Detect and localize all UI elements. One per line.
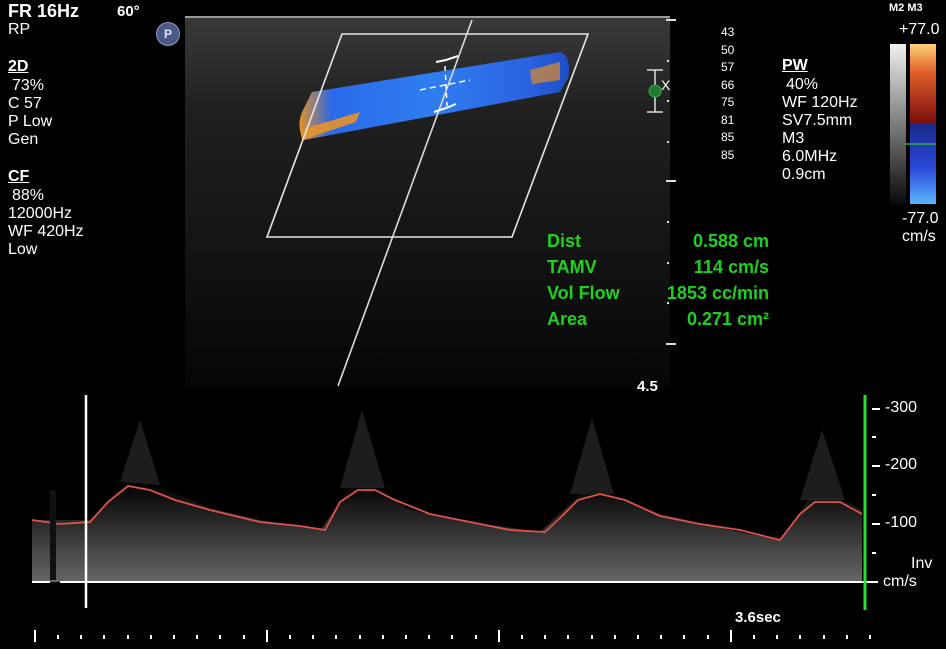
time-minor-tick — [683, 635, 685, 639]
time-minor-tick — [451, 635, 453, 639]
colorbar-top-value: +77.0 — [899, 21, 940, 38]
focus-dot — [648, 84, 662, 98]
marker-x-label: X — [661, 77, 671, 93]
param-pw-wf: WF 120Hz — [782, 94, 858, 111]
time-minor-tick — [219, 635, 221, 639]
param-depth: 0.9cm — [782, 166, 826, 183]
time-minor-tick — [614, 635, 616, 639]
sweep-time-label: 3.6sec — [735, 609, 781, 626]
measurement-panel: Dist 0.588 cm TAMV 114 cm/s Vol Flow 185… — [547, 228, 769, 332]
measurement-label: Area — [547, 309, 588, 329]
time-minor-tick — [103, 635, 105, 639]
time-minor-tick — [776, 635, 778, 639]
measurement-row: Dist 0.588 cm — [547, 228, 769, 254]
depth-number: 66 — [721, 77, 735, 92]
time-minor-tick — [498, 635, 500, 639]
time-minor-tick — [660, 635, 662, 639]
time-minor-tick — [243, 635, 245, 639]
colorbar-unit: cm/s — [902, 228, 936, 245]
time-minor-tick — [567, 635, 569, 639]
time-minor-tick — [196, 635, 198, 639]
depth-number: 85 — [721, 147, 735, 162]
measurement-value: 0.271 cm² — [686, 309, 769, 329]
depth-number-list: 43 50 57 66 75 81 85 85 — [721, 24, 734, 164]
measurement-row: Vol Flow 1853 cc/min — [547, 280, 769, 306]
time-minor-tick — [80, 635, 82, 639]
time-minor-tick — [405, 635, 407, 639]
spectral-unit-label: cm/s — [883, 573, 917, 590]
time-minor-tick — [846, 635, 848, 639]
param-freq: 6.0MHz — [782, 148, 838, 165]
spectral-envelope — [32, 482, 862, 582]
velocity-scale-label: -200 — [885, 456, 918, 473]
time-minor-tick — [127, 635, 129, 639]
velocity-scale-label: -300 — [885, 399, 918, 416]
measurement-row: TAMV 114 cm/s — [547, 254, 769, 280]
time-minor-tick — [335, 635, 337, 639]
time-minor-tick — [730, 635, 732, 639]
time-minor-tick — [521, 635, 523, 639]
time-axis-minor-ticks — [57, 635, 871, 639]
time-minor-tick — [57, 635, 59, 639]
mode-pw-params: 40% WF 120Hz SV7.5mm M3 6.0MHz 0.9cm — [782, 76, 858, 184]
depth-number: 75 — [721, 95, 735, 109]
param-sv: SV7.5mm — [782, 112, 853, 129]
param-m3: M3 — [782, 130, 805, 147]
time-minor-tick — [753, 635, 755, 639]
time-minor-tick — [266, 635, 268, 639]
time-minor-tick — [637, 635, 639, 639]
colorbar-gray-scale — [890, 44, 906, 204]
measurement-value: 0.588 cm — [692, 231, 769, 251]
time-minor-tick — [707, 635, 709, 639]
time-minor-tick — [823, 635, 825, 639]
time-minor-tick — [173, 635, 175, 639]
colorbar-positive — [910, 44, 936, 124]
time-minor-tick — [544, 635, 546, 639]
time-minor-tick — [312, 635, 314, 639]
measurement-value: 1853 cc/min — [666, 283, 769, 303]
colorbar-bottom-value: -77.0 — [902, 210, 939, 227]
time-minor-tick — [869, 635, 871, 639]
time-minor-tick — [382, 635, 384, 639]
time-minor-tick — [289, 635, 291, 639]
invert-label[interactable]: Inv — [911, 555, 932, 573]
measurement-label: Vol Flow — [547, 283, 620, 303]
velocity-scale-label: -100 — [885, 514, 918, 531]
colorbar-mode-label: M2 M3 — [889, 2, 923, 14]
time-minor-tick — [150, 635, 152, 639]
spectral-doppler — [31, 395, 880, 642]
measurement-row: Area 0.271 cm² — [547, 306, 769, 332]
velocity-scale-ticks — [872, 408, 880, 554]
time-minor-tick — [359, 635, 361, 639]
depth-number: 43 — [721, 25, 735, 39]
time-minor-tick — [591, 635, 593, 639]
time-minor-tick — [428, 635, 430, 639]
depth-number: 57 — [721, 60, 735, 74]
colorbar-negative — [910, 124, 936, 204]
depth-number: 50 — [721, 42, 735, 57]
measurement-label: Dist — [547, 231, 582, 251]
colorbar — [890, 44, 936, 204]
depth-number: 85 — [721, 130, 735, 144]
depth-number: 81 — [721, 112, 735, 127]
measurement-label: TAMV — [547, 257, 597, 277]
sweep-gap — [50, 490, 56, 580]
mode-pw-title: PW — [782, 57, 808, 74]
time-minor-tick — [799, 635, 801, 639]
time-minor-tick — [475, 635, 477, 639]
measurement-value: 114 cm/s — [693, 257, 769, 277]
param-pw-gain: 40% — [786, 76, 819, 93]
